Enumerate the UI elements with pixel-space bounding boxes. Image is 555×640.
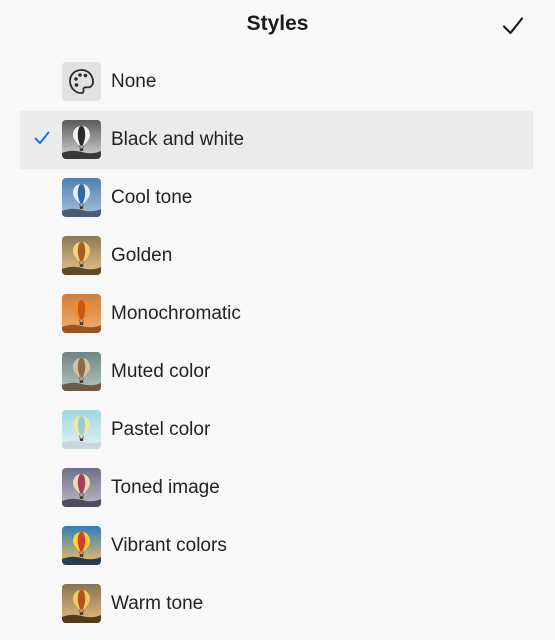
style-label: Cool tone [111,187,193,208]
style-item[interactable]: Black and white [20,111,533,169]
style-item[interactable]: Muted color [0,343,555,401]
style-label: None [111,71,157,92]
style-item[interactable]: Pastel color [0,401,555,459]
style-item[interactable]: Toned image [0,459,555,517]
style-item[interactable]: None [0,53,555,111]
style-item[interactable]: Golden [0,227,555,285]
style-thumbnail [62,584,101,623]
style-label: Golden [111,245,173,266]
style-item[interactable]: Warm tone [0,575,555,633]
style-thumbnail [62,410,101,449]
style-thumbnail [62,352,101,391]
style-label: Black and white [111,129,245,150]
selected-checkmark-icon [34,131,50,145]
styles-list: None Black and white Cool tone Golden Monoch… [0,53,555,633]
style-thumbnail [62,178,101,217]
style-thumbnail [62,120,101,159]
style-label: Monochromatic [111,303,241,324]
style-thumbnail [62,294,101,333]
style-label: Pastel color [111,419,211,440]
style-item[interactable]: Cool tone [0,169,555,227]
checkmark-icon[interactable] [501,14,525,38]
style-item[interactable]: Vibrant colors [0,517,555,575]
style-thumbnail [62,468,101,507]
palette-icon [62,62,101,101]
page-title: Styles [246,12,309,35]
header: Styles [0,0,555,50]
style-thumbnail [62,526,101,565]
style-label: Warm tone [111,593,204,614]
style-label: Vibrant colors [111,535,227,556]
style-thumbnail [62,236,101,275]
style-label: Toned image [111,477,220,498]
style-label: Muted color [111,361,211,382]
style-item[interactable]: Monochromatic [0,285,555,343]
